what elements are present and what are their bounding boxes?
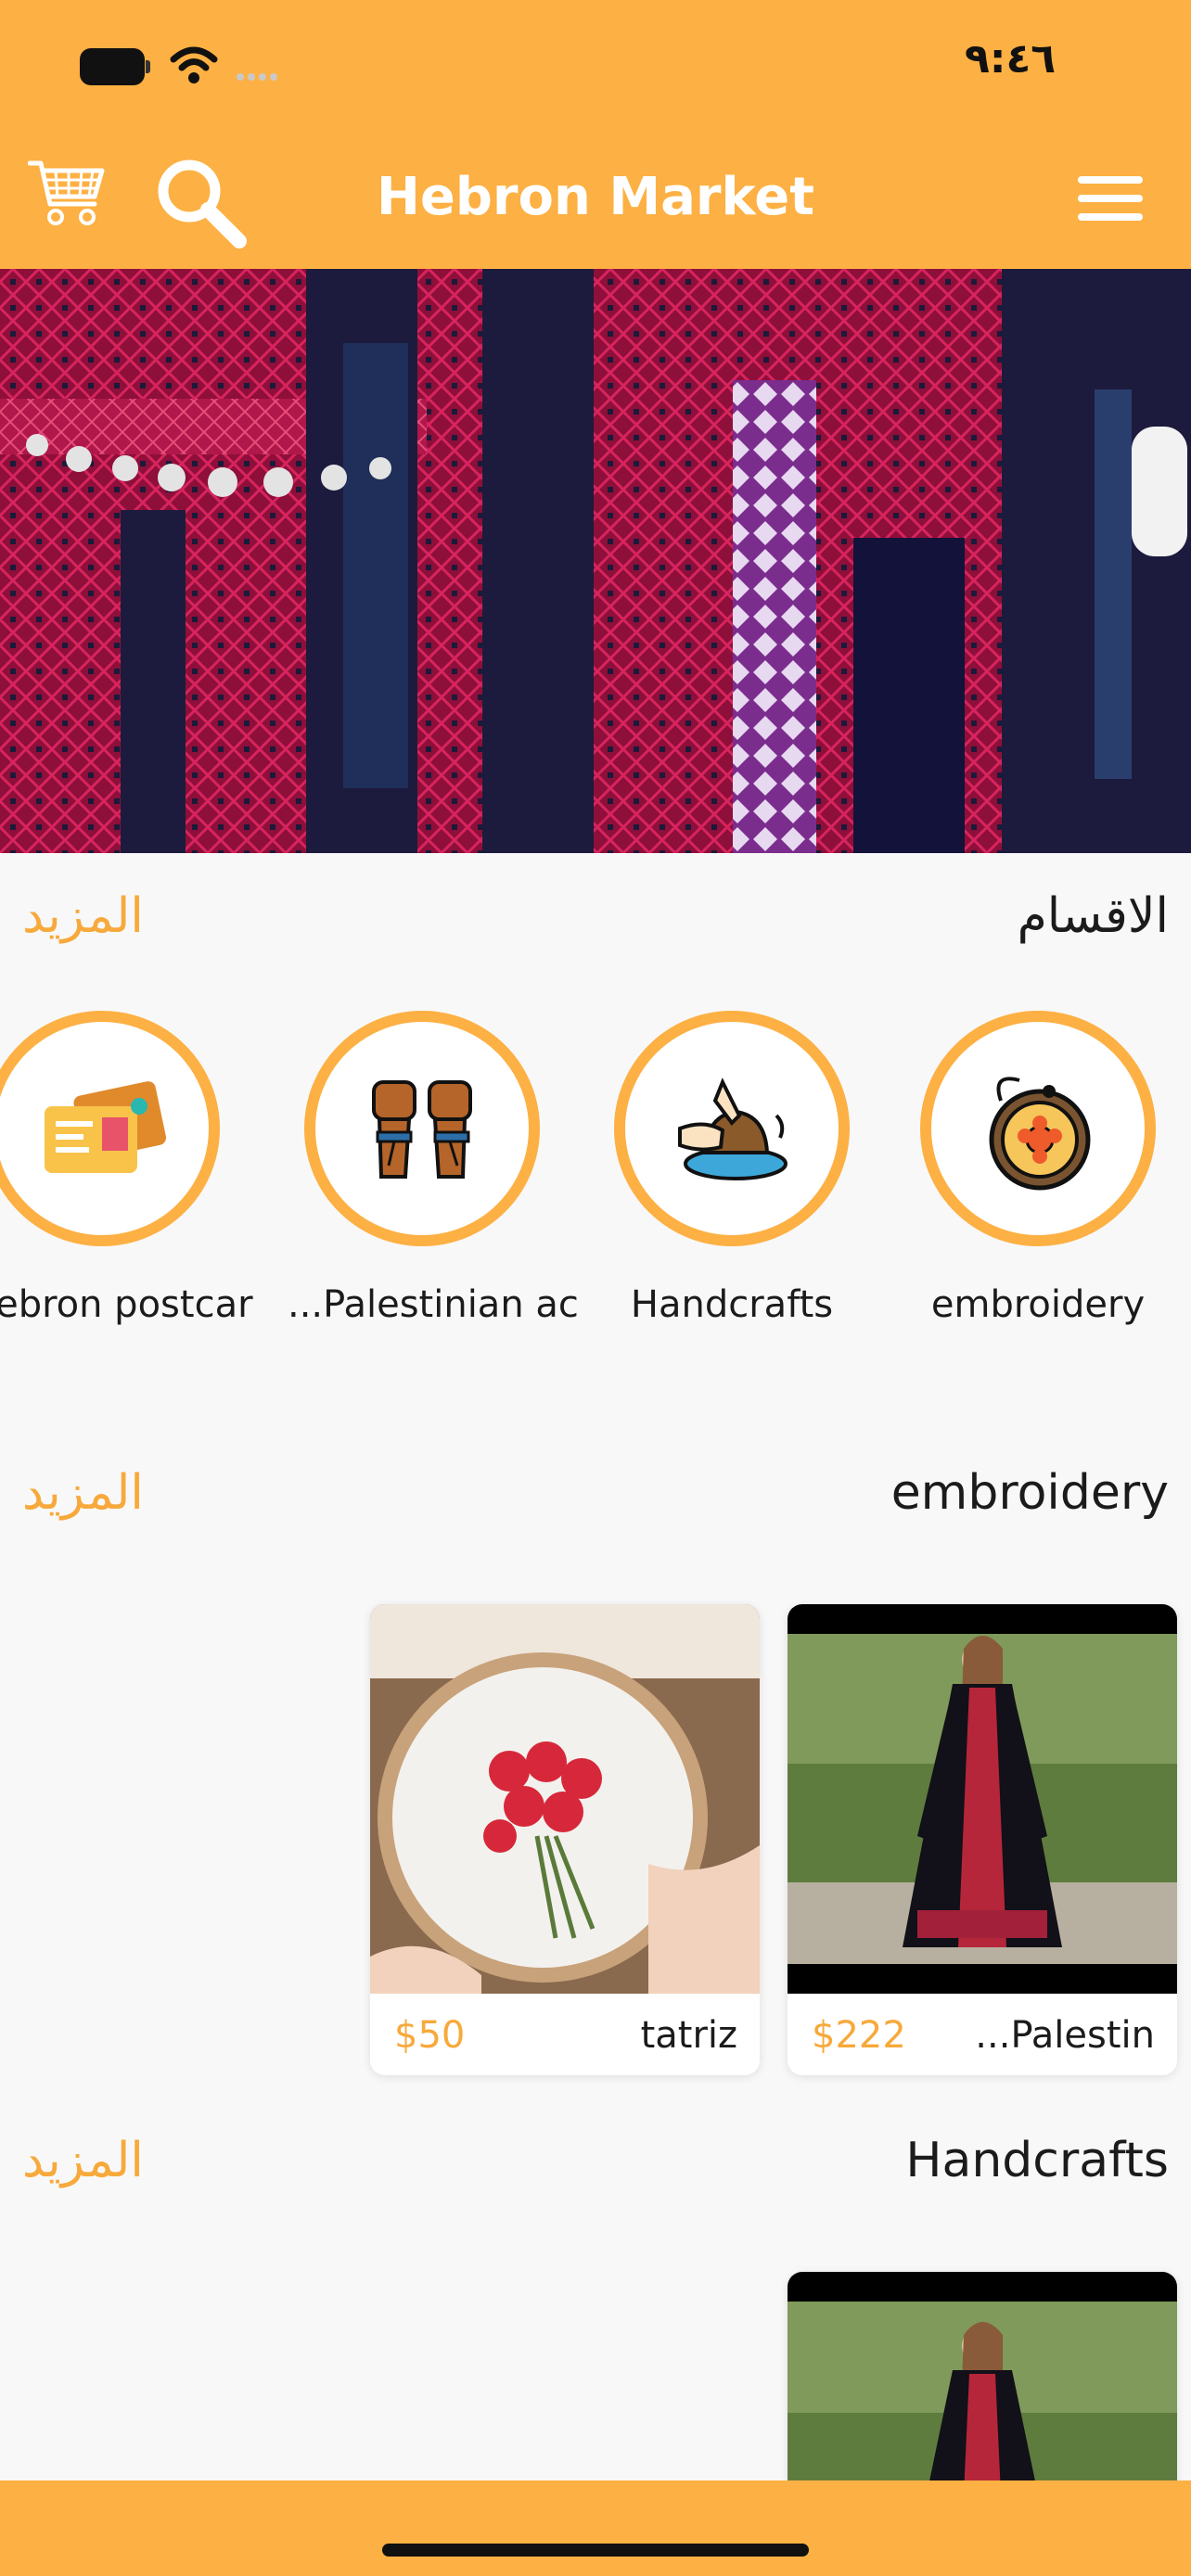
product-image <box>788 2272 1177 2494</box>
section-title: الاقسام <box>1017 888 1169 944</box>
product-name: tatriz <box>640 2014 737 2057</box>
product-card[interactable] <box>788 2272 1177 2494</box>
see-more-link[interactable]: المزيد <box>22 888 144 944</box>
embroidery-hoop-icon <box>989 1077 1091 1191</box>
category-circle <box>0 1011 220 1246</box>
product-price: $50 <box>394 2014 466 2057</box>
category-label: Hebron postcar <box>0 1283 253 1326</box>
category-label: embroidery <box>930 1283 1146 1326</box>
section-title: Handcrafts <box>905 2133 1169 2188</box>
embroidered-dress-image <box>0 269 1191 853</box>
dress-photo <box>788 1604 1177 1994</box>
category-hebron-postcards[interactable]: Hebron postcar <box>0 1011 253 1326</box>
hero-banner[interactable] <box>0 269 1191 853</box>
see-more-link[interactable]: المزيد <box>22 1465 144 1521</box>
category-label: Handcrafts <box>630 1283 834 1326</box>
home-indicator[interactable] <box>382 2544 809 2557</box>
status-time: ٩:٤٦ <box>965 35 1057 83</box>
category-circle <box>614 1011 850 1246</box>
category-circle <box>920 1011 1156 1246</box>
category-embroidery[interactable]: embroidery <box>903 1011 1172 1326</box>
menu-icon[interactable] <box>1078 176 1143 223</box>
category-circle <box>304 1011 540 1246</box>
product-image <box>370 1604 760 1994</box>
product-image <box>788 1604 1177 1994</box>
app-title: Hebron Market <box>376 167 814 227</box>
section-title: embroidery <box>890 1465 1169 1521</box>
battery-icon <box>80 48 150 85</box>
dress-photo <box>788 2272 1177 2494</box>
categories-header: الاقسام المزيد <box>0 881 1191 955</box>
see-more-link[interactable]: المزيد <box>22 2133 144 2188</box>
embroidery-header: embroidery المزيد <box>0 1458 1191 1532</box>
cellular-signal-icon <box>237 67 292 85</box>
embroidery-hoop-photo <box>370 1604 760 1994</box>
postcards-icon <box>45 1081 167 1173</box>
wifi-icon <box>170 46 218 83</box>
category-label: ...Palestinian ac <box>288 1283 579 1326</box>
product-card[interactable]: $50 tatriz <box>370 1604 760 2075</box>
handcrafts-header: Handcrafts المزيد <box>0 2125 1191 2200</box>
bracelet-fists-icon <box>372 1080 472 1179</box>
pottery-wheel-icon <box>678 1078 788 1180</box>
product-card[interactable]: $222 ...Palestin <box>788 1604 1177 2075</box>
category-handcrafts[interactable]: Handcrafts <box>597 1011 866 1326</box>
bottom-bar <box>0 2480 1191 2576</box>
product-price: $222 <box>812 2014 906 2057</box>
product-name: ...Palestin <box>975 2014 1155 2057</box>
category-palestinian-accessories[interactable]: ...Palestinian ac <box>288 1011 579 1326</box>
